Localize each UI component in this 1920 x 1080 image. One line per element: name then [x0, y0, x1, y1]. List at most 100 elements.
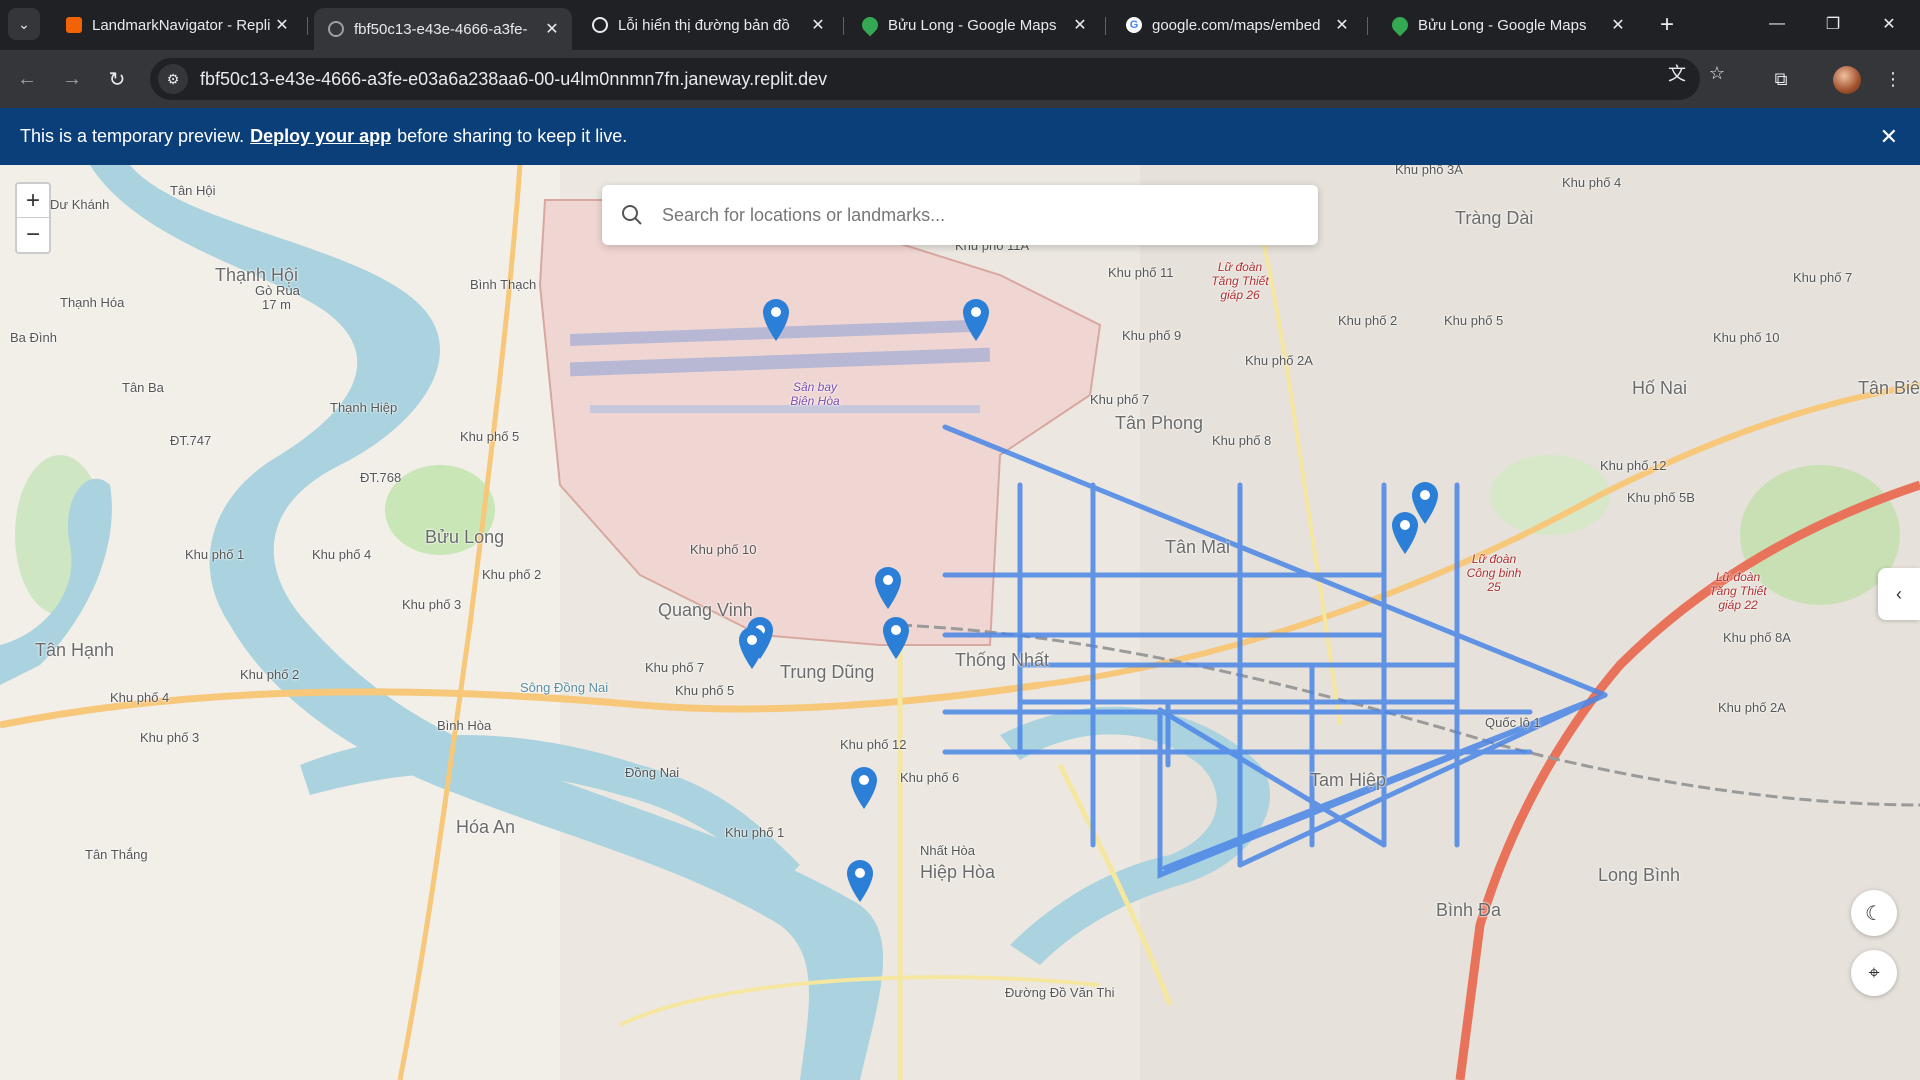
map-canvas[interactable]: Tân Hội Dư Khánh Thạnh Hội Gò Rùa 17 m T…	[0, 165, 1920, 1080]
url-text: fbf50c13-e43e-4666-a3fe-e03a6a238aa6-00-…	[200, 68, 828, 89]
map-label: Bửu Long	[425, 527, 505, 547]
map-label: Khu phố 2A	[1718, 700, 1786, 715]
zoom-in-button[interactable]: +	[17, 184, 49, 218]
translate-icon[interactable]: 文	[1662, 58, 1692, 88]
back-button[interactable]: ←	[10, 62, 44, 96]
extensions-icon[interactable]: ⧉	[1764, 62, 1798, 96]
map-label: Tân Biên	[1858, 378, 1920, 398]
road-label: Quốc lộ 1	[1485, 715, 1541, 730]
map-label: Gò Rùa	[255, 283, 300, 298]
map-label: Lữ đoàn Tăng Thiết giáp 22	[1709, 570, 1767, 612]
close-tab-icon[interactable]: ✕	[1070, 15, 1090, 35]
globe-icon	[328, 21, 344, 37]
map-label: Tam Hiệp	[1310, 770, 1387, 790]
tab-search-menu-button[interactable]: ⌄	[8, 8, 40, 40]
tab-preview[interactable]: fbf50c13-e43e-4666-a3fe- ✕	[314, 8, 572, 50]
address-bar[interactable]: ⚙ fbf50c13-e43e-4666-a3fe-e03a6a238aa6-0…	[150, 58, 1700, 100]
map-label: Khu phố 2A	[1245, 353, 1313, 368]
map-label: Thạnh Hiệp	[330, 400, 398, 415]
map-label: Khu phố 7	[645, 660, 705, 675]
tab-google-maps-1[interactable]: Bửu Long - Google Maps ✕	[848, 8, 1100, 42]
openai-icon	[592, 17, 608, 33]
banner-text-after: before sharing to keep it live.	[397, 126, 628, 146]
map-label: Nhất Hòa	[920, 843, 975, 858]
map-label: Khu phố 12	[1600, 458, 1667, 473]
google-maps-icon	[858, 13, 882, 37]
chevron-down-icon: ⌄	[18, 15, 30, 32]
map-label: Khu phố 5	[675, 683, 735, 698]
close-banner-icon[interactable]: ✕	[1880, 124, 1898, 150]
map-label: Lữ đoàn Tăng Thiết giáp 26	[1211, 260, 1269, 302]
locate-me-icon[interactable]: ⌖	[1851, 950, 1897, 996]
close-tab-icon[interactable]: ✕	[1332, 15, 1352, 35]
replit-icon	[66, 17, 82, 33]
map-label: Tân Mai	[1165, 537, 1231, 557]
preview-banner: This is a temporary preview. Deploy your…	[0, 108, 1920, 165]
map-label: Đồng Nai	[625, 765, 680, 780]
map-label: Khu phố 3	[402, 597, 462, 612]
tab-google-embed[interactable]: G google.com/maps/embed ✕	[1112, 8, 1362, 42]
close-tab-icon[interactable]: ✕	[808, 15, 828, 35]
map-label: Khu phố 5	[1444, 313, 1504, 328]
map-label: Hóa An	[456, 817, 516, 837]
deploy-app-link[interactable]: Deploy your app	[250, 126, 391, 147]
tab-landmarknavigator[interactable]: LandmarkNavigator - Repli ✕	[52, 8, 302, 42]
minimize-button[interactable]: —	[1754, 8, 1800, 40]
landmark-pin[interactable]	[881, 615, 911, 659]
new-tab-button[interactable]: +	[1652, 10, 1682, 40]
more-menu-icon[interactable]: ⋮	[1876, 62, 1910, 96]
map-label: Khu phố 1	[725, 825, 785, 840]
map-label: Khu phố 1	[185, 547, 245, 562]
map-label: Bình Đa	[1436, 900, 1502, 920]
river-label: Sông Đồng Nai	[520, 680, 609, 695]
zoom-out-button[interactable]: −	[17, 218, 49, 252]
close-tab-icon[interactable]: ✕	[542, 19, 562, 39]
map-label: Khu phố 12	[840, 737, 907, 752]
tab-chatgpt[interactable]: Lỗi hiển thị đường bản đồ ✕	[578, 8, 838, 42]
tab-google-maps-2[interactable]: Bửu Long - Google Maps ✕	[1378, 8, 1638, 42]
map-label: Khu phố 11	[1108, 265, 1174, 280]
reload-button[interactable]: ↻	[100, 62, 134, 96]
dark-mode-icon[interactable]: ☾	[1851, 890, 1897, 936]
map-label: Lữ đoàn Công binh 25	[1466, 552, 1522, 594]
search-bar	[602, 185, 1318, 245]
landmark-pin[interactable]	[737, 625, 767, 669]
map-label: Khu phố 8	[1212, 433, 1272, 448]
map-label: Khu phố 5	[460, 429, 520, 444]
map-label: Khu phố 5B	[1627, 490, 1695, 505]
close-window-button[interactable]: ✕	[1866, 8, 1912, 40]
search-input[interactable]	[662, 204, 1262, 226]
google-maps-icon	[1388, 13, 1412, 37]
landmark-pin[interactable]	[845, 858, 875, 902]
map-label: Khu phố 2	[1338, 313, 1398, 328]
reload-icon: ↻	[108, 68, 126, 91]
map-label: Trung Dũng	[780, 662, 875, 682]
google-icon: G	[1126, 17, 1142, 33]
zoom-control: + −	[15, 182, 51, 254]
map-label: Khu phố 10	[1713, 330, 1780, 345]
landmark-pin[interactable]	[761, 297, 791, 341]
map-label: Tràng Dài	[1455, 208, 1534, 228]
close-tab-icon[interactable]: ✕	[272, 15, 292, 35]
restore-button[interactable]: ❐	[1810, 8, 1856, 40]
site-info-icon[interactable]: ⚙	[158, 64, 188, 94]
landmark-pin[interactable]	[961, 297, 991, 341]
profile-avatar[interactable]	[1833, 66, 1861, 94]
map-label: ĐT.747	[170, 433, 212, 448]
map-label: Khu phố 4	[1562, 175, 1622, 190]
road-label: Đường Đồ Văn Thi	[1005, 985, 1115, 1000]
map-label: Khu phố 3A	[1395, 165, 1463, 177]
map-label: Khu phố 4	[312, 547, 372, 562]
side-panel-toggle[interactable]: ‹	[1878, 568, 1920, 620]
map-label: Khu phố 4	[110, 690, 170, 705]
map-label: Khu phố 2	[240, 667, 300, 682]
bookmark-star-icon[interactable]: ☆	[1702, 58, 1732, 88]
landmark-pin[interactable]	[849, 765, 879, 809]
map-label: Thống Nhất	[955, 650, 1050, 670]
close-tab-icon[interactable]: ✕	[1608, 15, 1628, 35]
landmark-pin[interactable]	[873, 565, 903, 609]
landmark-pin[interactable]	[1390, 510, 1420, 554]
map-label: Khu phố 9	[1122, 328, 1182, 343]
tab-strip: ⌄ LandmarkNavigator - Repli ✕ fbf50c13-e…	[0, 0, 1920, 50]
forward-button[interactable]: →	[55, 62, 89, 96]
